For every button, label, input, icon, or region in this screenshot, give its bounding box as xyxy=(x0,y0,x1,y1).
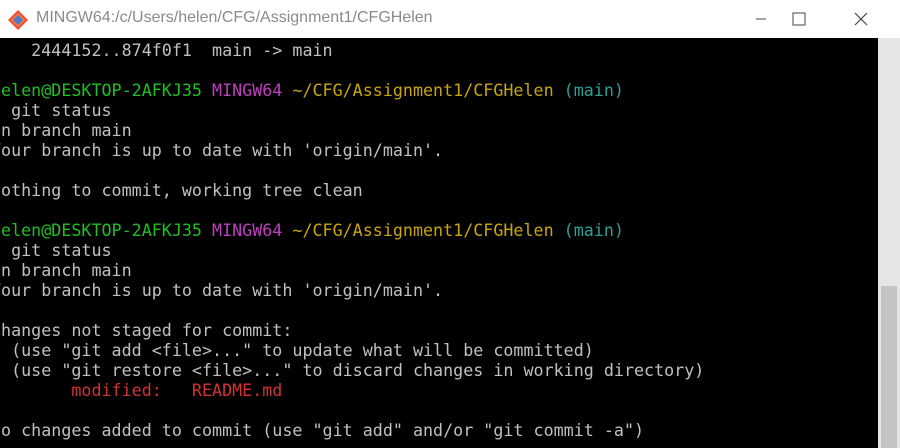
prompt-env: MINGW64 xyxy=(212,80,283,100)
maximize-button[interactable] xyxy=(776,0,822,38)
prompt-user-host: helen@DESKTOP-2AFKJ35 xyxy=(0,80,202,100)
prompt-line: helen@DESKTOP-2AFKJ35 MINGW64 ~/CFG/Assi… xyxy=(0,80,624,100)
output-line: On branch main xyxy=(0,120,132,140)
command-line: $ git status xyxy=(0,240,112,260)
prompt-path: ~/CFG/Assignment1/CFGHelen xyxy=(292,220,554,240)
command-line: $ git status xyxy=(0,100,112,120)
modified-file-line: modified: README.md xyxy=(0,380,283,400)
scrollbar-thumb[interactable] xyxy=(881,286,897,448)
terminal-output[interactable]: 2444152..874f0f1 main -> main helen@DESK… xyxy=(0,38,878,448)
push-result-line: 2444152..874f0f1 main -> main xyxy=(0,40,333,60)
vertical-scrollbar[interactable] xyxy=(878,38,900,448)
title-bar: MINGW64:/c/Users/helen/CFG/Assignment1/C… xyxy=(0,0,900,38)
window-title: MINGW64:/c/Users/helen/CFG/Assignment1/C… xyxy=(36,9,433,26)
minimize-icon xyxy=(756,18,766,20)
output-line: no changes added to commit (use "git add… xyxy=(0,420,645,440)
prompt-env: MINGW64 xyxy=(212,220,283,240)
output-line: Changes not staged for commit: xyxy=(0,320,293,340)
prompt-path: ~/CFG/Assignment1/CFGHelen xyxy=(292,80,554,100)
prompt-user-host: helen@DESKTOP-2AFKJ35 xyxy=(0,220,202,240)
git-bash-icon xyxy=(8,10,28,30)
output-line: Your branch is up to date with 'origin/m… xyxy=(0,140,444,160)
output-line: (use "git restore <file>..." to discard … xyxy=(0,360,705,380)
prompt-branch: (main) xyxy=(563,80,624,100)
maximize-icon xyxy=(792,12,806,26)
close-icon xyxy=(854,12,868,26)
close-button[interactable] xyxy=(838,0,884,38)
output-line: On branch main xyxy=(0,260,132,280)
prompt-branch: (main) xyxy=(563,220,624,240)
output-line: Your branch is up to date with 'origin/m… xyxy=(0,280,444,300)
prompt-line: helen@DESKTOP-2AFKJ35 MINGW64 ~/CFG/Assi… xyxy=(0,220,624,240)
output-line: (use "git add <file>..." to update what … xyxy=(0,340,594,360)
output-line: nothing to commit, working tree clean xyxy=(0,180,363,200)
